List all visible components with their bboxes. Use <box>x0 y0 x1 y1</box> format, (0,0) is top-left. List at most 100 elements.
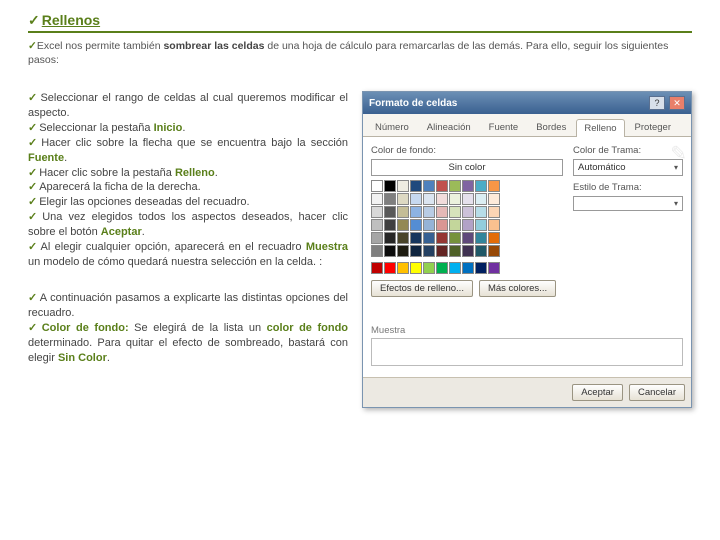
color-swatch[interactable] <box>384 180 396 192</box>
color-swatch[interactable] <box>397 206 409 218</box>
color-swatch[interactable] <box>475 206 487 218</box>
color-swatch[interactable] <box>436 180 448 192</box>
color-swatch[interactable] <box>423 232 435 244</box>
dialog-titlebar: Formato de celdas ? ✕ <box>363 92 691 114</box>
step-item: ✓Hacer clic sobre la pestaña Relleno. <box>28 166 348 181</box>
color-swatch[interactable] <box>397 219 409 231</box>
color-swatch[interactable] <box>462 232 474 244</box>
color-swatch[interactable] <box>462 245 474 257</box>
tab-alineación[interactable]: Alineación <box>419 118 479 136</box>
color-swatch[interactable] <box>436 193 448 205</box>
color-swatch[interactable] <box>371 245 383 257</box>
color-swatch[interactable] <box>488 262 500 274</box>
tab-relleno[interactable]: Relleno <box>576 119 624 137</box>
pattern-color-dropdown[interactable]: Automático▾ <box>573 159 683 176</box>
color-swatch[interactable] <box>488 232 500 244</box>
color-swatch[interactable] <box>371 219 383 231</box>
more-colors-button[interactable]: Más colores... <box>479 280 556 297</box>
tab-bordes[interactable]: Bordes <box>528 118 574 136</box>
color-swatch[interactable] <box>436 232 448 244</box>
color-swatch[interactable] <box>371 262 383 274</box>
pattern-style-label: Estilo de Trama: <box>573 182 683 193</box>
color-swatch[interactable] <box>371 206 383 218</box>
color-swatch[interactable] <box>384 262 396 274</box>
color-swatch[interactable] <box>423 262 435 274</box>
close-button[interactable]: ✕ <box>669 96 685 110</box>
color-swatch[interactable] <box>462 262 474 274</box>
color-swatch[interactable] <box>475 219 487 231</box>
color-swatch[interactable] <box>488 219 500 231</box>
color-swatch[interactable] <box>397 193 409 205</box>
color-swatch[interactable] <box>397 245 409 257</box>
color-swatch[interactable] <box>475 180 487 192</box>
no-color-button[interactable]: Sin color <box>371 159 563 176</box>
color-swatch[interactable] <box>410 193 422 205</box>
pattern-color-label: Color de Trama: <box>573 145 683 156</box>
color-swatch[interactable] <box>449 245 461 257</box>
color-swatch[interactable] <box>462 219 474 231</box>
step-item: ✓Seleccionar la pestaña Inicio. <box>28 121 348 136</box>
color-swatch[interactable] <box>384 219 396 231</box>
standard-colors <box>371 262 563 274</box>
step-item: ✓Elegir las opciones deseadas del recuad… <box>28 195 348 210</box>
color-swatch[interactable] <box>423 206 435 218</box>
color-swatch[interactable] <box>384 232 396 244</box>
color-swatch[interactable] <box>488 193 500 205</box>
color-swatch[interactable] <box>410 245 422 257</box>
color-swatch[interactable] <box>436 245 448 257</box>
color-swatch[interactable] <box>462 206 474 218</box>
color-swatch[interactable] <box>449 262 461 274</box>
color-swatch[interactable] <box>449 193 461 205</box>
color-swatch[interactable] <box>475 262 487 274</box>
color-swatch[interactable] <box>475 232 487 244</box>
color-swatch[interactable] <box>384 245 396 257</box>
color-swatch[interactable] <box>371 232 383 244</box>
color-swatch[interactable] <box>397 180 409 192</box>
color-swatch[interactable] <box>488 245 500 257</box>
chevron-down-icon: ▾ <box>674 199 678 208</box>
color-swatch[interactable] <box>423 245 435 257</box>
pattern-style-dropdown[interactable]: ▾ <box>573 196 683 211</box>
color-swatch[interactable] <box>436 219 448 231</box>
cancel-button[interactable]: Cancelar <box>629 384 685 401</box>
color-swatch[interactable] <box>397 262 409 274</box>
step-item: ✓Una vez elegidos todos los aspectos des… <box>28 210 348 240</box>
step-item: ✓Seleccionar el rango de celdas al cual … <box>28 91 348 121</box>
color-swatch[interactable] <box>423 219 435 231</box>
color-swatch[interactable] <box>488 206 500 218</box>
step-item: ✓Hacer clic sobre la flecha que se encue… <box>28 136 348 166</box>
ok-button[interactable]: Aceptar <box>572 384 623 401</box>
color-swatch[interactable] <box>410 180 422 192</box>
tab-número[interactable]: Número <box>367 118 417 136</box>
step-item: ✓Aparecerá la ficha de la derecha. <box>28 180 348 195</box>
color-swatch[interactable] <box>384 193 396 205</box>
color-swatch[interactable] <box>449 219 461 231</box>
color-swatch[interactable] <box>423 180 435 192</box>
color-swatch[interactable] <box>475 245 487 257</box>
color-swatch[interactable] <box>384 206 396 218</box>
page-title: ✓Rellenos <box>28 12 692 33</box>
bg-color-label: Color de fondo: <box>371 145 563 156</box>
color-swatch[interactable] <box>410 262 422 274</box>
color-swatch[interactable] <box>410 206 422 218</box>
color-swatch[interactable] <box>436 206 448 218</box>
help-button[interactable]: ? <box>649 96 665 110</box>
color-swatch[interactable] <box>371 193 383 205</box>
tab-fuente[interactable]: Fuente <box>481 118 527 136</box>
watermark: ✎ <box>670 141 687 166</box>
color-swatch[interactable] <box>475 193 487 205</box>
color-swatch[interactable] <box>436 262 448 274</box>
color-swatch[interactable] <box>449 180 461 192</box>
fill-effects-button[interactable]: Efectos de relleno... <box>371 280 473 297</box>
color-swatch[interactable] <box>423 193 435 205</box>
tab-proteger[interactable]: Proteger <box>627 118 679 136</box>
color-swatch[interactable] <box>410 232 422 244</box>
color-swatch[interactable] <box>449 232 461 244</box>
color-swatch[interactable] <box>410 219 422 231</box>
color-swatch[interactable] <box>371 180 383 192</box>
color-swatch[interactable] <box>462 180 474 192</box>
color-swatch[interactable] <box>488 180 500 192</box>
color-swatch[interactable] <box>462 193 474 205</box>
color-swatch[interactable] <box>449 206 461 218</box>
color-swatch[interactable] <box>397 232 409 244</box>
